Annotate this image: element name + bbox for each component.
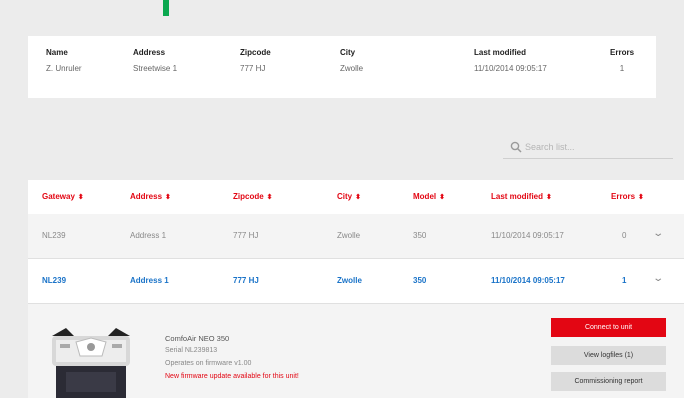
summary-errors-value: 1 <box>619 64 625 73</box>
column-header-errors[interactable]: Errors ⬍ <box>611 192 644 201</box>
column-header-last-modified[interactable]: Last modified ⬍ <box>491 192 552 201</box>
column-header-address[interactable]: Address ⬍ <box>130 192 171 201</box>
sort-arrows-icon: ⬍ <box>355 194 361 201</box>
cell-model: 350 <box>413 276 427 285</box>
table-header: Gateway ⬍ Address ⬍ Zipcode ⬍ City ⬍ Model ⬍ … <box>28 180 684 215</box>
cell-address: Address 1 <box>130 276 169 285</box>
cell-errors: 0 <box>622 231 627 240</box>
sort-arrows-icon: ⬍ <box>77 194 84 201</box>
chevron-down-icon[interactable]: ⌄ <box>652 273 664 284</box>
column-header-zipcode[interactable]: Zipcode ⬍ <box>233 192 273 201</box>
cell-model: 350 <box>413 231 427 240</box>
column-header-city[interactable]: City ⬍ <box>337 192 361 201</box>
summary-city-label: City <box>340 48 356 57</box>
sort-arrows-icon: ⬍ <box>165 194 171 201</box>
summary-errors: Errors 1 <box>610 48 634 73</box>
ventilation-unit-image <box>52 328 130 398</box>
firmware-update-warning[interactable]: New firmware update available for this u… <box>165 373 299 380</box>
cell-zipcode: 777 HJ <box>233 231 259 240</box>
column-header-errors-label: Errors <box>611 192 636 201</box>
summary-errors-label: Errors <box>610 48 635 57</box>
summary-zipcode: Zipcode 777 HJ <box>240 48 271 73</box>
cell-errors: 1 <box>622 276 627 285</box>
summary-name-label: Name <box>46 48 68 57</box>
sort-arrows-icon: ⬍ <box>439 194 445 201</box>
cell-address: Address 1 <box>130 231 167 240</box>
column-header-zipcode-label: Zipcode <box>233 192 264 201</box>
cell-city: Zwolle <box>337 231 361 240</box>
summary-name: Name Z. Unruler <box>46 48 82 73</box>
summary-last-modified-label: Last modified <box>474 48 527 57</box>
summary-address: Address Streetwise 1 <box>133 48 177 73</box>
column-header-address-label: Address <box>130 192 163 201</box>
column-header-last-modified-label: Last modified <box>491 192 544 201</box>
device-name: ComfoAir NEO 350 <box>165 334 230 343</box>
customer-summary-card: Name Z. Unruler Address Streetwise 1 Zip… <box>28 36 656 98</box>
commissioning-report-button[interactable]: Commissioning report <box>551 372 666 391</box>
search-icon <box>510 141 522 153</box>
device-serial: Serial NL239813 <box>165 347 218 354</box>
cell-gateway: NL239 <box>42 276 67 285</box>
sort-arrows-icon: ⬍ <box>638 194 644 201</box>
view-logfiles-button[interactable]: View logfiles (1) <box>551 346 666 365</box>
summary-last-modified: Last modified 11/10/2014 09:05:17 <box>474 48 547 73</box>
column-header-gateway[interactable]: Gateway ⬍ <box>42 192 84 201</box>
summary-last-modified-value: 11/10/2014 09:05:17 <box>474 64 547 73</box>
summary-address-value: Streetwise 1 <box>133 64 178 73</box>
column-header-gateway-label: Gateway <box>42 192 75 201</box>
summary-city: City Zwolle <box>340 48 363 73</box>
cell-last-modified: 11/10/2014 09:05:17 <box>491 231 564 240</box>
summary-address-label: Address <box>133 48 166 57</box>
column-header-model-label: Model <box>413 192 437 201</box>
sort-arrows-icon: ⬍ <box>546 194 552 201</box>
summary-name-value: Z. Unruler <box>46 64 82 73</box>
summary-zipcode-value: 777 HJ <box>240 64 266 73</box>
cell-city: Zwolle <box>337 276 362 285</box>
chevron-down-icon[interactable]: ⌄ <box>652 228 664 239</box>
connect-to-unit-button[interactable]: Connect to unit <box>551 318 666 337</box>
column-header-model[interactable]: Model ⬍ <box>413 192 445 201</box>
cell-zipcode: 777 HJ <box>233 276 259 285</box>
summary-zipcode-label: Zipcode <box>240 48 271 57</box>
cell-gateway: NL239 <box>42 231 66 240</box>
unit-detail-panel: ComfoAir NEO 350 Serial NL239813 Operate… <box>28 304 684 398</box>
device-firmware: Operates on firmware v1.00 <box>165 360 252 367</box>
table-row[interactable]: NL239 Address 1 777 HJ Zwolle 350 11/10/… <box>28 259 684 304</box>
column-header-city-label: City <box>337 192 353 201</box>
green-marker <box>163 0 169 16</box>
table-row[interactable]: NL239 Address 1 777 HJ Zwolle 350 11/10/… <box>28 214 684 259</box>
summary-city-value: Zwolle <box>340 64 364 73</box>
search-box <box>503 138 673 159</box>
sort-arrows-icon: ⬍ <box>266 194 273 201</box>
search-input[interactable] <box>525 140 665 154</box>
cell-last-modified: 11/10/2014 09:05:17 <box>491 276 565 285</box>
